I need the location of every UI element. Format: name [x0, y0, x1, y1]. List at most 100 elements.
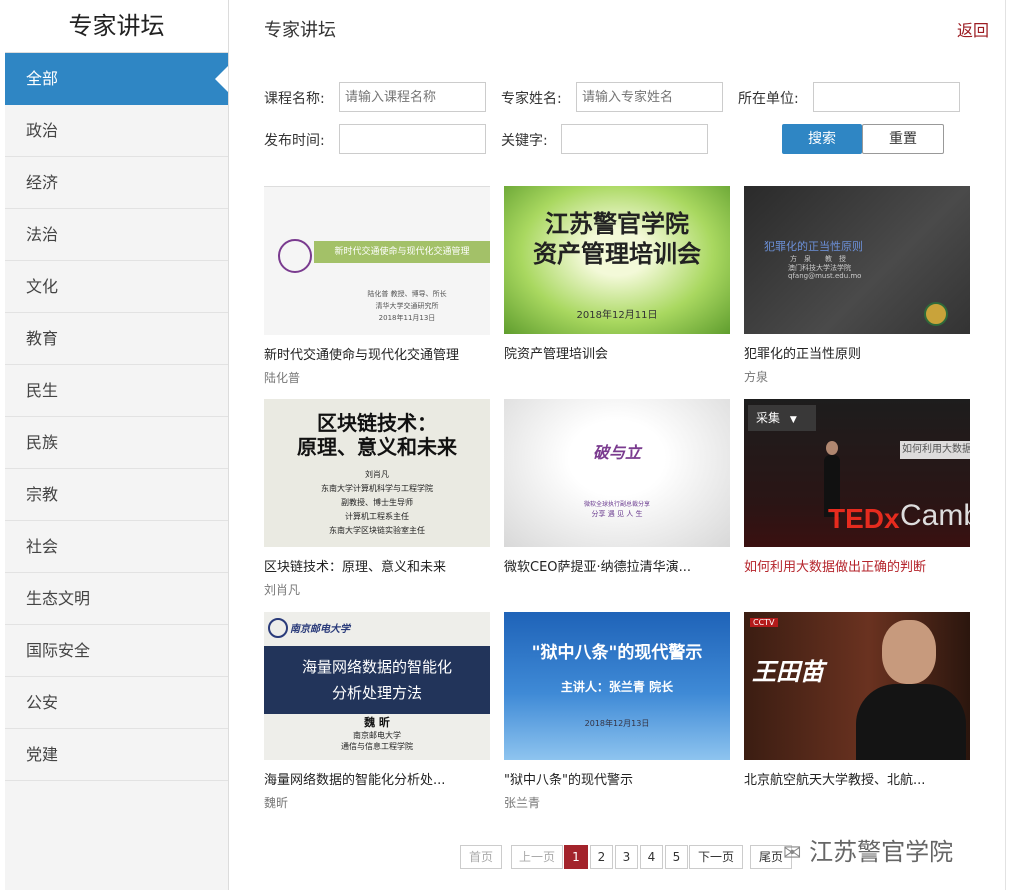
watermark-text: 江苏警官学院: [809, 838, 954, 866]
publish-time-label: 发布时间:: [264, 133, 325, 149]
chevron-down-icon: ▼: [789, 415, 797, 425]
sidebar-item-party[interactable]: 党建: [5, 729, 228, 781]
lecture-title[interactable]: 院资产管理培训会: [504, 343, 730, 362]
thumb-line: 犯罪化的正当性原则: [764, 240, 863, 253]
lecture-thumbnail[interactable]: "狱中八条"的现代警示 主讲人：张兰青 院长 2018年12月13日: [504, 612, 730, 760]
tedx-logo: TEDx: [828, 503, 900, 534]
sidebar-item-society[interactable]: 社会: [5, 521, 228, 573]
sidebar-item-economy[interactable]: 经济: [5, 157, 228, 209]
course-name-label: 课程名称:: [264, 91, 325, 107]
thumb-line: 南京邮电大学: [290, 624, 350, 635]
lecture-author: 魏昕: [264, 796, 289, 810]
lecture-thumbnail[interactable]: 江苏警官学院 资产管理培训会 2018年12月11日: [504, 186, 730, 334]
lecture-author: 陆化普: [264, 371, 301, 385]
pagination-page-3[interactable]: 3: [615, 845, 638, 869]
thumb-line: 陆化普 教授、博导、所长: [367, 290, 447, 298]
lecture-thumbnail[interactable]: 采集 ▼ 如何利用大数据做出 TEDx Camb: [744, 399, 970, 547]
thumb-line: 南京邮电大学: [353, 731, 401, 740]
lecture-title[interactable]: 海量网络数据的智能化分析处...: [264, 769, 490, 788]
thumb-line: 原理、意义和未来: [297, 435, 457, 459]
sidebar-item-public-security[interactable]: 公安: [5, 677, 228, 729]
pagination-next[interactable]: 下一页: [689, 845, 743, 869]
lecture-thumbnail[interactable]: 新时代交通使命与现代化交通管理 陆化普 教授、博导、所长 清华大学交通研究所 2…: [264, 186, 490, 335]
expert-name-input[interactable]: [576, 82, 723, 112]
lecture-thumbnail[interactable]: CCTV 王田苗: [744, 612, 970, 760]
lecture-card[interactable]: 江苏警官学院 资产管理培训会 2018年12月11日 院资产管理培训会: [504, 186, 730, 382]
unit-input[interactable]: [813, 82, 960, 112]
lecture-title[interactable]: 北京航空航天大学教授、北航...: [744, 769, 970, 788]
lecture-title[interactable]: 微软CEO萨提亚·纳德拉清华演...: [504, 556, 730, 575]
course-name-input[interactable]: [339, 82, 486, 112]
thumb-line: 计算机工程系主任: [345, 512, 409, 521]
lecture-thumbnail[interactable]: 犯罪化的正当性原则 方 泉 教 授 澳门科技大学法学院 qfang@must.e…: [744, 186, 970, 334]
lecture-title[interactable]: 犯罪化的正当性原则: [744, 343, 970, 362]
pagination-first[interactable]: 首页: [460, 845, 502, 869]
sidebar-item-livelihood[interactable]: 民生: [5, 365, 228, 417]
lecture-card[interactable]: 采集 ▼ 如何利用大数据做出 TEDx Camb 如何利用大数据做出正确的判断: [744, 399, 970, 595]
lecture-card[interactable]: 破与立 微软全球执行副总裁分享 分享 遇 见 人 生 微软CEO萨提亚·纳德拉清…: [504, 399, 730, 595]
lecture-title[interactable]: 如何利用大数据做出正确的判断: [744, 556, 970, 575]
back-link[interactable]: 返回: [957, 17, 989, 41]
thumb-line: 分享 遇 见 人 生: [591, 510, 643, 518]
reset-button[interactable]: 重置: [862, 124, 944, 154]
sidebar-item-religion[interactable]: 宗教: [5, 469, 228, 521]
thumb-line: 海量网络数据的智能化: [301, 658, 452, 676]
thumb-line: 2018年11月13日: [378, 314, 436, 322]
university-seal-icon: [268, 618, 288, 638]
thumb-line: 资产管理培训会: [533, 240, 701, 268]
lecture-thumbnail[interactable]: 南京邮电大学 海量网络数据的智能化 分析处理方法 魏 昕 南京邮电大学 通信与信…: [264, 612, 490, 760]
sidebar-item-intl-security[interactable]: 国际安全: [5, 625, 228, 677]
sidebar-item-all[interactable]: 全部: [5, 53, 228, 105]
thumb-line: 清华大学交通研究所: [375, 302, 439, 310]
main-panel: 专家讲坛 返回 课程名称: 专家姓名: 所在单位: 发布时间: 关键字: 搜索 …: [229, 0, 1006, 890]
thumb-line: 破与立: [592, 443, 641, 462]
lecture-card[interactable]: 犯罪化的正当性原则 方 泉 教 授 澳门科技大学法学院 qfang@must.e…: [744, 186, 970, 384]
lecture-author: 方泉: [744, 370, 769, 384]
thumb-line: 2018年12月13日: [584, 719, 650, 728]
keyword-input[interactable]: [561, 124, 708, 154]
sidebar-item-law[interactable]: 法治: [5, 209, 228, 261]
lecture-author: [744, 794, 970, 808]
thumb-line: 东南大学计算机科学与工程学院: [321, 484, 433, 493]
pagination-page-1[interactable]: 1: [564, 845, 588, 869]
lecture-card[interactable]: 区块链技术： 原理、意义和未来 刘肖凡 东南大学计算机科学与工程学院 副教授、博…: [264, 399, 490, 597]
thumb-line: 分析处理方法: [331, 684, 422, 702]
overlay-tooltip: 如何利用大数据做出: [900, 441, 970, 459]
sidebar: 专家讲坛 全部 政治 经济 法治 文化 教育 民生 民族 宗教 社会 生态文明 …: [5, 0, 229, 890]
collect-button[interactable]: 采集 ▼: [748, 405, 816, 431]
publish-time-input[interactable]: [339, 124, 486, 154]
lecture-thumbnail[interactable]: 区块链技术： 原理、意义和未来 刘肖凡 东南大学计算机科学与工程学院 副教授、博…: [264, 399, 490, 547]
thumb-banner: 新时代交通使命与现代化交通管理: [314, 241, 490, 263]
thumb-line: 刘肖凡: [365, 470, 389, 479]
thumb-line: 东南大学区块链实验室主任: [329, 526, 425, 535]
cctv-logo: CCTV: [750, 618, 778, 627]
lecture-thumbnail[interactable]: 破与立 微软全球执行副总裁分享 分享 遇 见 人 生: [504, 399, 730, 547]
lecture-card[interactable]: "狱中八条"的现代警示 主讲人：张兰青 院长 2018年12月13日 "狱中八条…: [504, 612, 730, 810]
thumb-line: 王田苗: [752, 658, 824, 686]
sidebar-item-education[interactable]: 教育: [5, 313, 228, 365]
thumb-line: 通信与信息工程学院: [341, 742, 413, 751]
lecture-card[interactable]: 南京邮电大学 海量网络数据的智能化 分析处理方法 魏 昕 南京邮电大学 通信与信…: [264, 612, 490, 810]
thumb-line: 副教授、博士生导师: [341, 498, 413, 507]
unit-label: 所在单位:: [738, 91, 799, 107]
thumb-line: 主讲人：张兰青 院长: [560, 680, 674, 694]
lecture-card[interactable]: CCTV 王田苗 北京航空航天大学教授、北航...: [744, 612, 970, 808]
collect-label: 采集: [756, 411, 781, 425]
pagination-prev[interactable]: 上一页: [511, 845, 563, 869]
sidebar-item-ecology[interactable]: 生态文明: [5, 573, 228, 625]
lecture-title[interactable]: 新时代交通使命与现代化交通管理: [264, 344, 490, 363]
sidebar-item-ethnicity[interactable]: 民族: [5, 417, 228, 469]
lecture-card[interactable]: 新时代交通使命与现代化交通管理 陆化普 教授、博导、所长 清华大学交通研究所 2…: [264, 186, 490, 385]
search-button[interactable]: 搜索: [782, 124, 862, 154]
lecture-title[interactable]: 区块链技术：原理、意义和未来: [264, 556, 490, 575]
wechat-icon: ✉: [783, 841, 802, 866]
sidebar-item-politics[interactable]: 政治: [5, 105, 228, 157]
speaker-head: [826, 441, 838, 455]
pagination-page-5[interactable]: 5: [665, 845, 688, 869]
watermark: ✉ 江苏警官学院: [783, 832, 953, 867]
lecture-title[interactable]: "狱中八条"的现代警示: [504, 769, 730, 788]
pagination-page-4[interactable]: 4: [640, 845, 663, 869]
pagination-page-2[interactable]: 2: [590, 845, 613, 869]
lecture-author: [744, 581, 970, 595]
sidebar-item-culture[interactable]: 文化: [5, 261, 228, 313]
